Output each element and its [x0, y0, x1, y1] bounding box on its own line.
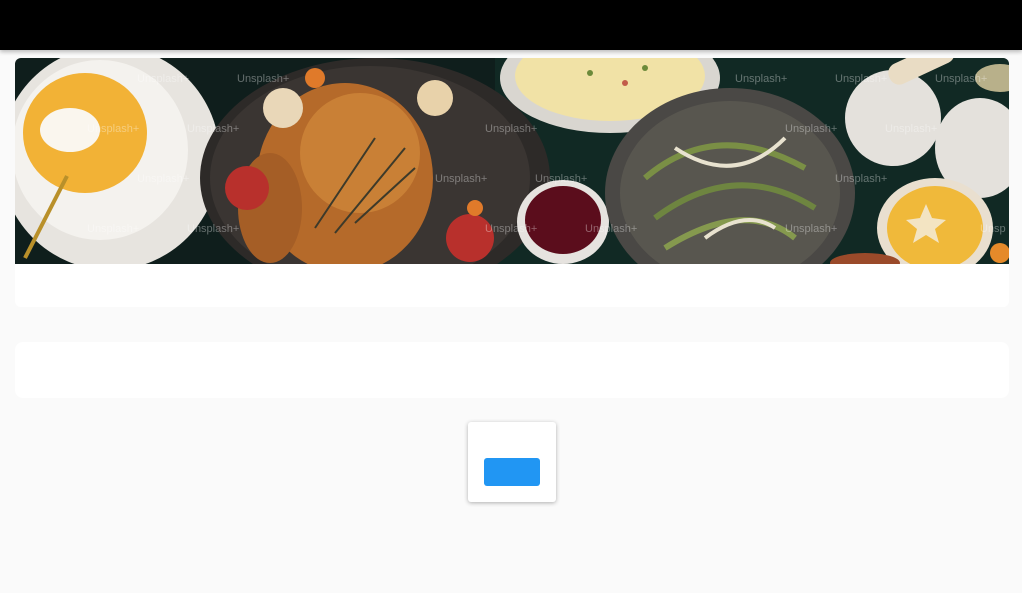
svg-text:Unsplash+: Unsplash+ — [735, 73, 787, 85]
svg-text:Unsplash+: Unsplash+ — [935, 73, 987, 85]
svg-text:Unsplash+: Unsplash+ — [187, 123, 239, 135]
svg-text:Unsplash+: Unsplash+ — [885, 123, 937, 135]
hero-caption-area — [15, 264, 1009, 307]
svg-text:Unsplash+: Unsplash+ — [87, 223, 139, 235]
svg-text:Unsplash+: Unsplash+ — [87, 123, 139, 135]
svg-text:Unsplash+: Unsplash+ — [785, 223, 837, 235]
svg-text:Unsplash+: Unsplash+ — [435, 173, 487, 185]
svg-text:Unsp: Unsp — [980, 223, 1006, 235]
app-bar — [0, 0, 1022, 50]
app-screen: Unsplash+ Unsplash+ Unsplash+ Unsplash+ … — [0, 0, 1022, 593]
svg-text:Unsplash+: Unsplash+ — [585, 223, 637, 235]
svg-text:Unsplash+: Unsplash+ — [237, 73, 289, 85]
svg-text:Unsplash+: Unsplash+ — [485, 223, 537, 235]
svg-text:Unsplash+: Unsplash+ — [835, 173, 887, 185]
svg-text:Unsplash+: Unsplash+ — [785, 123, 837, 135]
svg-text:Unsplash+: Unsplash+ — [535, 173, 587, 185]
info-card[interactable] — [15, 342, 1009, 398]
svg-text:Unsplash+: Unsplash+ — [187, 223, 239, 235]
action-card — [468, 422, 556, 502]
watermark-text: Unsplash+ — [137, 73, 189, 85]
hero-food-image: Unsplash+ Unsplash+ Unsplash+ Unsplash+ … — [15, 58, 1009, 264]
primary-action-button[interactable] — [484, 458, 540, 486]
svg-text:Unsplash+: Unsplash+ — [485, 123, 537, 135]
hero-card[interactable]: Unsplash+ Unsplash+ Unsplash+ Unsplash+ … — [15, 58, 1009, 307]
svg-text:Unsplash+: Unsplash+ — [137, 173, 189, 185]
svg-text:Unsplash+: Unsplash+ — [835, 73, 887, 85]
